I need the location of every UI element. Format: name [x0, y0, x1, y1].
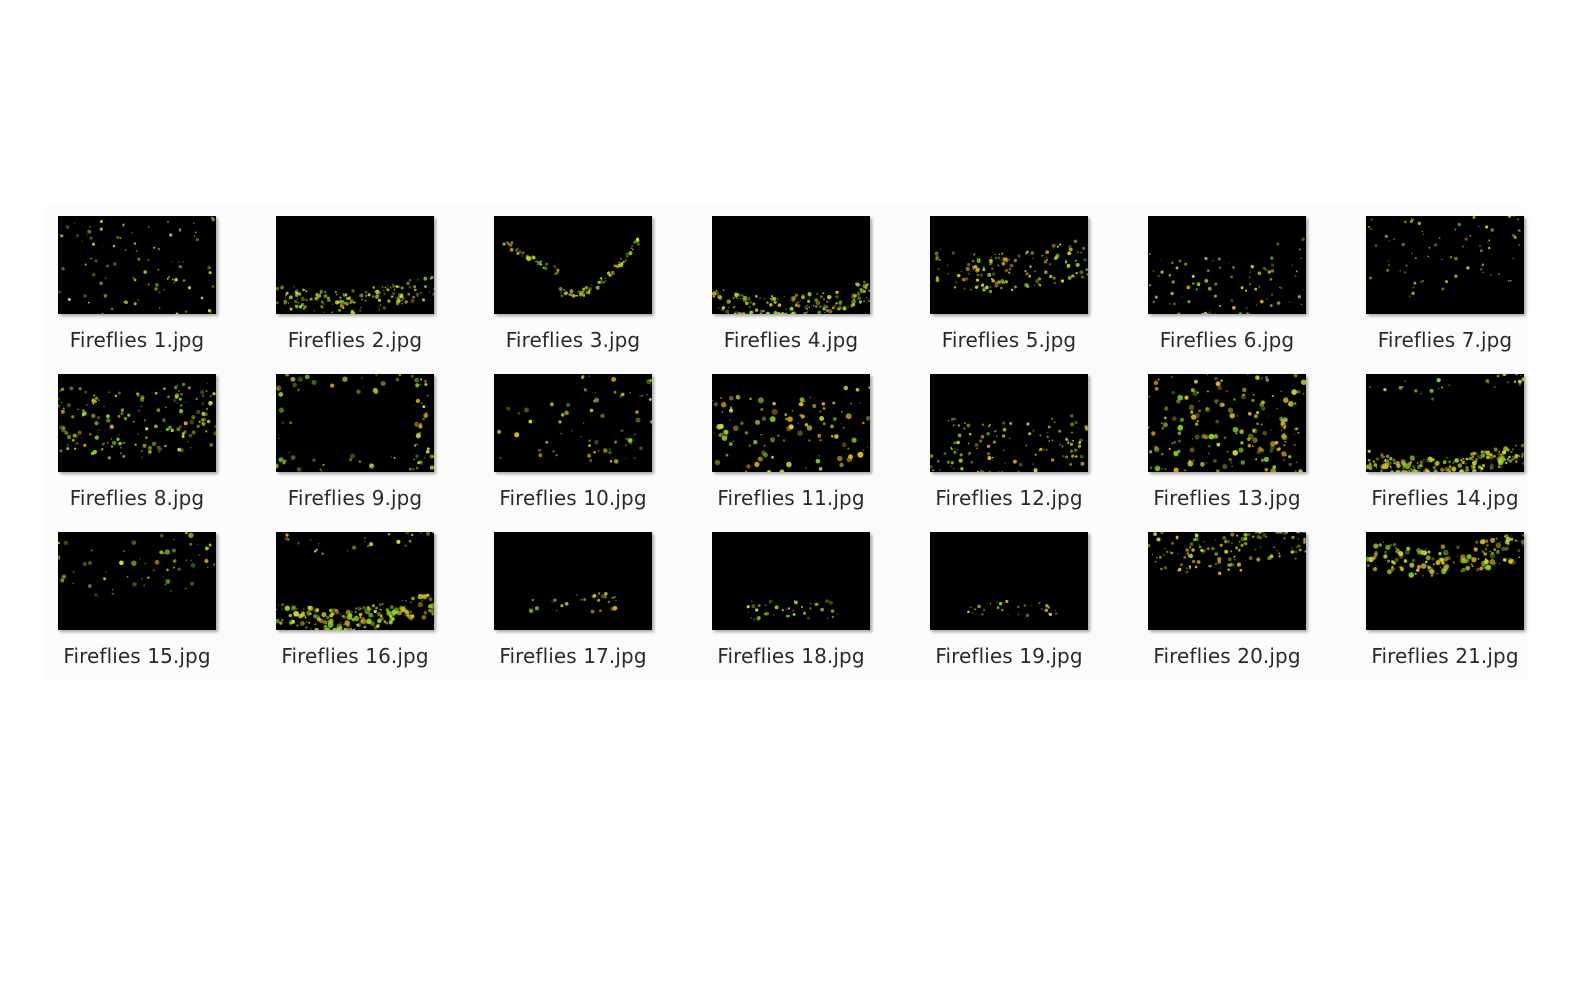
- file-item[interactable]: Fireflies 20.jpg: [1148, 532, 1306, 690]
- file-item[interactable]: Fireflies 21.jpg: [1366, 532, 1524, 690]
- image-thumbnail[interactable]: [930, 532, 1088, 630]
- file-item[interactable]: Fireflies 14.jpg: [1366, 374, 1524, 532]
- file-name: Fireflies 16.jpg: [281, 644, 429, 668]
- thumbnail-art: [712, 216, 870, 314]
- file-item[interactable]: Fireflies 5.jpg: [930, 216, 1088, 374]
- image-thumbnail[interactable]: [712, 532, 870, 630]
- file-name: Fireflies 7.jpg: [1377, 328, 1513, 352]
- image-thumbnail[interactable]: [930, 374, 1088, 472]
- thumbnail-art: [930, 374, 1088, 472]
- file-browser-panel: Fireflies 1.jpg Fireflies 2.jpg Fireflie…: [43, 206, 1527, 680]
- file-name: Fireflies 19.jpg: [935, 644, 1083, 668]
- file-name: Fireflies 4.jpg: [723, 328, 859, 352]
- image-thumbnail[interactable]: [276, 216, 434, 314]
- file-name: Fireflies 5.jpg: [941, 328, 1077, 352]
- file-name: Fireflies 8.jpg: [69, 486, 205, 510]
- file-name: Fireflies 14.jpg: [1371, 486, 1519, 510]
- image-thumbnail[interactable]: [712, 216, 870, 314]
- thumbnail-art: [1366, 532, 1524, 630]
- thumbnail-art: [276, 532, 434, 630]
- image-thumbnail[interactable]: [58, 374, 216, 472]
- thumbnail-art: [58, 374, 216, 472]
- file-item[interactable]: Fireflies 13.jpg: [1148, 374, 1306, 532]
- file-name: Fireflies 1.jpg: [69, 328, 205, 352]
- file-item[interactable]: Fireflies 11.jpg: [712, 374, 870, 532]
- file-item[interactable]: Fireflies 6.jpg: [1148, 216, 1306, 374]
- file-item[interactable]: Fireflies 4.jpg: [712, 216, 870, 374]
- image-thumbnail[interactable]: [1366, 374, 1524, 472]
- file-name: Fireflies 12.jpg: [935, 486, 1083, 510]
- file-item[interactable]: Fireflies 2.jpg: [276, 216, 434, 374]
- file-item[interactable]: Fireflies 17.jpg: [494, 532, 652, 690]
- file-item[interactable]: Fireflies 19.jpg: [930, 532, 1088, 690]
- file-item[interactable]: Fireflies 15.jpg: [58, 532, 216, 690]
- image-thumbnail[interactable]: [276, 532, 434, 630]
- thumbnail-art: [276, 216, 434, 314]
- file-name: Fireflies 10.jpg: [499, 486, 647, 510]
- image-thumbnail[interactable]: [1148, 216, 1306, 314]
- image-thumbnail[interactable]: [494, 216, 652, 314]
- file-item[interactable]: Fireflies 8.jpg: [58, 374, 216, 532]
- thumbnail-art: [930, 532, 1088, 630]
- image-thumbnail[interactable]: [930, 216, 1088, 314]
- image-thumbnail[interactable]: [494, 374, 652, 472]
- thumbnail-art: [494, 532, 652, 630]
- thumbnail-art: [58, 216, 216, 314]
- file-item[interactable]: Fireflies 3.jpg: [494, 216, 652, 374]
- file-name: Fireflies 11.jpg: [717, 486, 865, 510]
- image-thumbnail[interactable]: [712, 374, 870, 472]
- file-item[interactable]: Fireflies 1.jpg: [58, 216, 216, 374]
- thumbnail-art: [494, 374, 652, 472]
- file-item[interactable]: Fireflies 10.jpg: [494, 374, 652, 532]
- file-name: Fireflies 15.jpg: [63, 644, 211, 668]
- file-name: Fireflies 21.jpg: [1371, 644, 1519, 668]
- file-name: Fireflies 17.jpg: [499, 644, 647, 668]
- file-item[interactable]: Fireflies 18.jpg: [712, 532, 870, 690]
- image-thumbnail[interactable]: [276, 374, 434, 472]
- file-name: Fireflies 6.jpg: [1159, 328, 1295, 352]
- thumbnail-art: [494, 216, 652, 314]
- file-name: Fireflies 9.jpg: [287, 486, 423, 510]
- thumbnail-art: [1366, 216, 1524, 314]
- file-item[interactable]: Fireflies 9.jpg: [276, 374, 434, 532]
- thumbnail-art: [1148, 216, 1306, 314]
- file-item[interactable]: Fireflies 16.jpg: [276, 532, 434, 690]
- thumbnail-art: [1366, 374, 1524, 472]
- image-thumbnail[interactable]: [494, 532, 652, 630]
- file-name: Fireflies 13.jpg: [1153, 486, 1301, 510]
- thumbnail-art: [930, 216, 1088, 314]
- image-thumbnail[interactable]: [1148, 374, 1306, 472]
- file-name: Fireflies 2.jpg: [287, 328, 423, 352]
- file-item[interactable]: Fireflies 7.jpg: [1366, 216, 1524, 374]
- image-thumbnail[interactable]: [1366, 532, 1524, 630]
- thumbnail-art: [712, 532, 870, 630]
- thumbnail-art: [712, 374, 870, 472]
- image-thumbnail[interactable]: [58, 216, 216, 314]
- thumbnail-art: [276, 374, 434, 472]
- file-name: Fireflies 3.jpg: [505, 328, 641, 352]
- file-name: Fireflies 20.jpg: [1153, 644, 1301, 668]
- thumbnail-art: [58, 532, 216, 630]
- thumbnail-grid: Fireflies 1.jpg Fireflies 2.jpg Fireflie…: [58, 216, 1524, 690]
- thumbnail-art: [1148, 532, 1306, 630]
- image-thumbnail[interactable]: [1148, 532, 1306, 630]
- image-thumbnail[interactable]: [1366, 216, 1524, 314]
- file-name: Fireflies 18.jpg: [717, 644, 865, 668]
- file-item[interactable]: Fireflies 12.jpg: [930, 374, 1088, 532]
- image-thumbnail[interactable]: [58, 532, 216, 630]
- thumbnail-art: [1148, 374, 1306, 472]
